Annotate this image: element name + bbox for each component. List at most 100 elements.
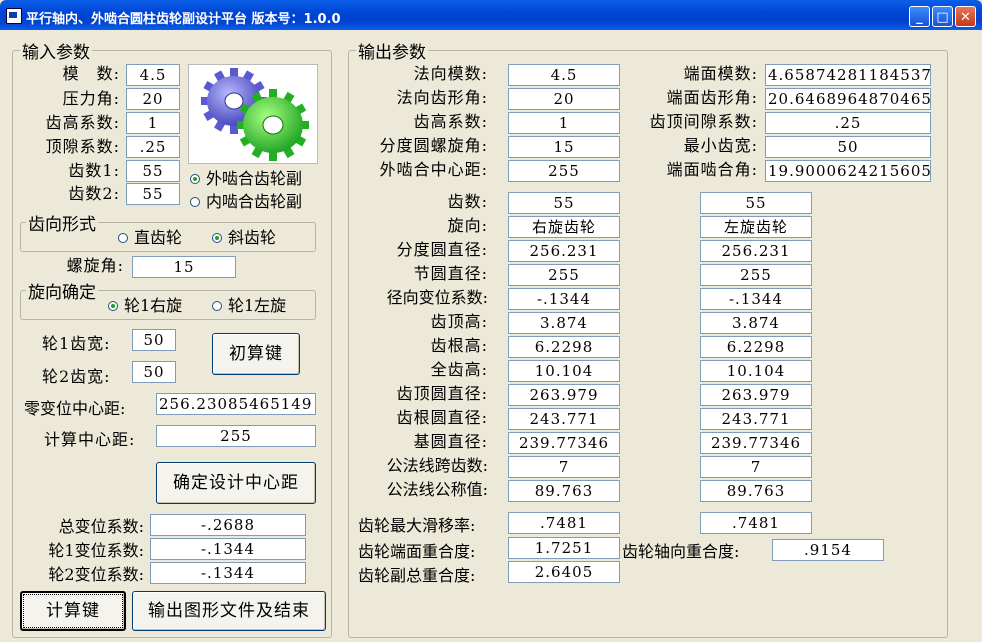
- tip-clearance-label: 齿顶间隙系数:: [649, 112, 758, 131]
- transverse-module-label: 端面模数:: [683, 64, 758, 83]
- teeth1-input[interactable]: 55: [126, 160, 180, 182]
- confirm-center-button[interactable]: 确定设计中心距: [156, 462, 316, 504]
- clearance-coef-label: 顶隙系数:: [45, 137, 120, 156]
- gear1-value: 右旋齿轮: [508, 216, 620, 238]
- external-center-label: 外啮合中心距:: [379, 160, 488, 179]
- transverse-module-value: 4.65874281184537: [765, 64, 931, 86]
- gear2-value: 89.763: [700, 480, 812, 502]
- gear2-value: 256.231: [700, 240, 812, 262]
- ref-helix-angle-label: 分度圆螺旋角:: [379, 136, 488, 155]
- total-shift-label: 总变位系数:: [58, 517, 144, 536]
- transverse-contact-ratio-value: 1.7251: [508, 537, 620, 559]
- external-center-value: 255: [508, 160, 620, 182]
- gear1-value: 10.104: [508, 360, 620, 382]
- row-label: 齿顶圆直径:: [396, 384, 488, 403]
- gear1-value: 255: [508, 264, 620, 286]
- zero-shift-center-input[interactable]: 256.23085465149: [156, 393, 316, 415]
- max-slip-rate-label: 齿轮最大滑移率:: [358, 516, 476, 535]
- output-legend: 输出参数: [356, 38, 428, 63]
- close-button[interactable]: ✕: [955, 6, 976, 27]
- out-addendum-coef-label: 齿高系数:: [413, 112, 488, 131]
- radio-icon: [190, 196, 200, 207]
- gear2-value: 255: [700, 264, 812, 286]
- pressure-angle-input[interactable]: 20: [126, 88, 180, 110]
- max-slip-rate-gear2: .7481: [700, 512, 812, 534]
- row-label: 基圆直径:: [413, 432, 488, 451]
- hand-legend: 旋向确定: [26, 278, 98, 303]
- axial-contact-ratio-value: .9154: [772, 539, 884, 561]
- compute-button[interactable]: 计算键: [20, 591, 126, 631]
- addendum-coef-input[interactable]: 1: [126, 112, 180, 134]
- transverse-pressure-angle-label: 端面齿形角:: [666, 88, 758, 107]
- window-title: 平行轴内、外啮合圆柱齿轮副设计平台 版本号：1.0.0: [26, 12, 341, 27]
- spur-radio[interactable]: 直齿轮: [118, 228, 182, 248]
- row-label: 齿根高:: [430, 336, 488, 355]
- gear1-value: 7: [508, 456, 620, 478]
- module-input[interactable]: 4.5: [126, 64, 180, 86]
- shift1-label: 轮1变位系数:: [48, 541, 144, 560]
- gear1-value: 89.763: [508, 480, 620, 502]
- axial-contact-ratio-label: 齿轮轴向重合度:: [622, 542, 740, 561]
- total-contact-ratio-value: 2.6405: [508, 561, 620, 583]
- row-label: 齿顶高:: [430, 312, 488, 331]
- addendum-coef-label: 齿高系数:: [45, 113, 120, 132]
- external-mesh-radio[interactable]: 外啮合齿轮副: [190, 169, 302, 189]
- tip-clearance-value: .25: [765, 112, 931, 134]
- width2-input[interactable]: 50: [132, 361, 176, 383]
- normal-module-label: 法向模数:: [413, 64, 488, 83]
- shift1-input[interactable]: -.1344: [150, 538, 306, 560]
- zero-shift-center-label: 零变位中心距:: [24, 399, 126, 418]
- shift2-input[interactable]: -.1344: [150, 562, 306, 584]
- min-face-width-label: 最小齿宽:: [683, 136, 758, 155]
- row-label: 齿数:: [447, 192, 488, 211]
- gear2-value: 左旋齿轮: [700, 216, 812, 238]
- gear2-value: 239.77346: [700, 432, 812, 454]
- out-addendum-coef-value: 1: [508, 112, 620, 134]
- total-shift-input[interactable]: -.2688: [150, 514, 306, 536]
- gear1-value: -.1344: [508, 288, 620, 310]
- left-hand-radio[interactable]: 轮1左旋: [212, 296, 286, 316]
- radio-selected-icon: [190, 173, 200, 184]
- calc-center-input[interactable]: 255: [156, 425, 316, 447]
- teeth1-label: 齿数1:: [68, 161, 120, 180]
- helical-radio[interactable]: 斜齿轮: [212, 228, 276, 248]
- transverse-mesh-angle-value: 19.9000624215605: [765, 160, 931, 182]
- internal-mesh-radio[interactable]: 内啮合齿轮副: [190, 192, 302, 212]
- row-label: 分度圆直径:: [396, 240, 488, 259]
- width2-label: 轮2齿宽:: [42, 367, 111, 386]
- helix-angle-label: 螺旋角:: [66, 256, 124, 275]
- gear2-value: 243.771: [700, 408, 812, 430]
- app-icon: [6, 8, 22, 24]
- normal-module-value: 4.5: [508, 64, 620, 86]
- initial-calc-button[interactable]: 初算键: [212, 333, 300, 375]
- teeth2-label: 齿数2:: [68, 184, 120, 203]
- maximize-button[interactable]: □: [932, 6, 953, 27]
- row-label: 公法线跨齿数:: [386, 456, 488, 475]
- right-hand-radio[interactable]: 轮1右旋: [108, 296, 182, 316]
- clearance-coef-input[interactable]: .25: [126, 136, 180, 158]
- tooth-form-legend: 齿向形式: [26, 210, 98, 235]
- row-label: 旋向:: [447, 216, 488, 235]
- radio-icon: [212, 300, 222, 311]
- export-and-exit-button[interactable]: 输出图形文件及结束: [132, 591, 326, 631]
- teeth2-input[interactable]: 55: [126, 183, 180, 205]
- radio-selected-icon: [108, 300, 118, 311]
- gear-pair-image: [188, 64, 318, 164]
- gear1-value: 256.231: [508, 240, 620, 262]
- gear2-value: 55: [700, 192, 812, 214]
- max-slip-rate-gear1: .7481: [508, 512, 620, 534]
- gear2-value: 6.2298: [700, 336, 812, 358]
- helix-angle-input[interactable]: 15: [132, 256, 236, 278]
- width1-input[interactable]: 50: [132, 329, 176, 351]
- row-label: 公法线公称值:: [386, 480, 488, 499]
- pressure-angle-label: 压力角:: [62, 89, 120, 108]
- gear1-value: 3.874: [508, 312, 620, 334]
- row-label: 齿根圆直径:: [396, 408, 488, 427]
- minimize-button[interactable]: _: [909, 6, 930, 27]
- width1-label: 轮1齿宽:: [42, 334, 111, 353]
- gear1-value: 263.979: [508, 384, 620, 406]
- transverse-pressure-angle-value: 20.6468964870465: [765, 88, 931, 110]
- gear1-value: 55: [508, 192, 620, 214]
- gear2-value: -.1344: [700, 288, 812, 310]
- gear1-value: 243.771: [508, 408, 620, 430]
